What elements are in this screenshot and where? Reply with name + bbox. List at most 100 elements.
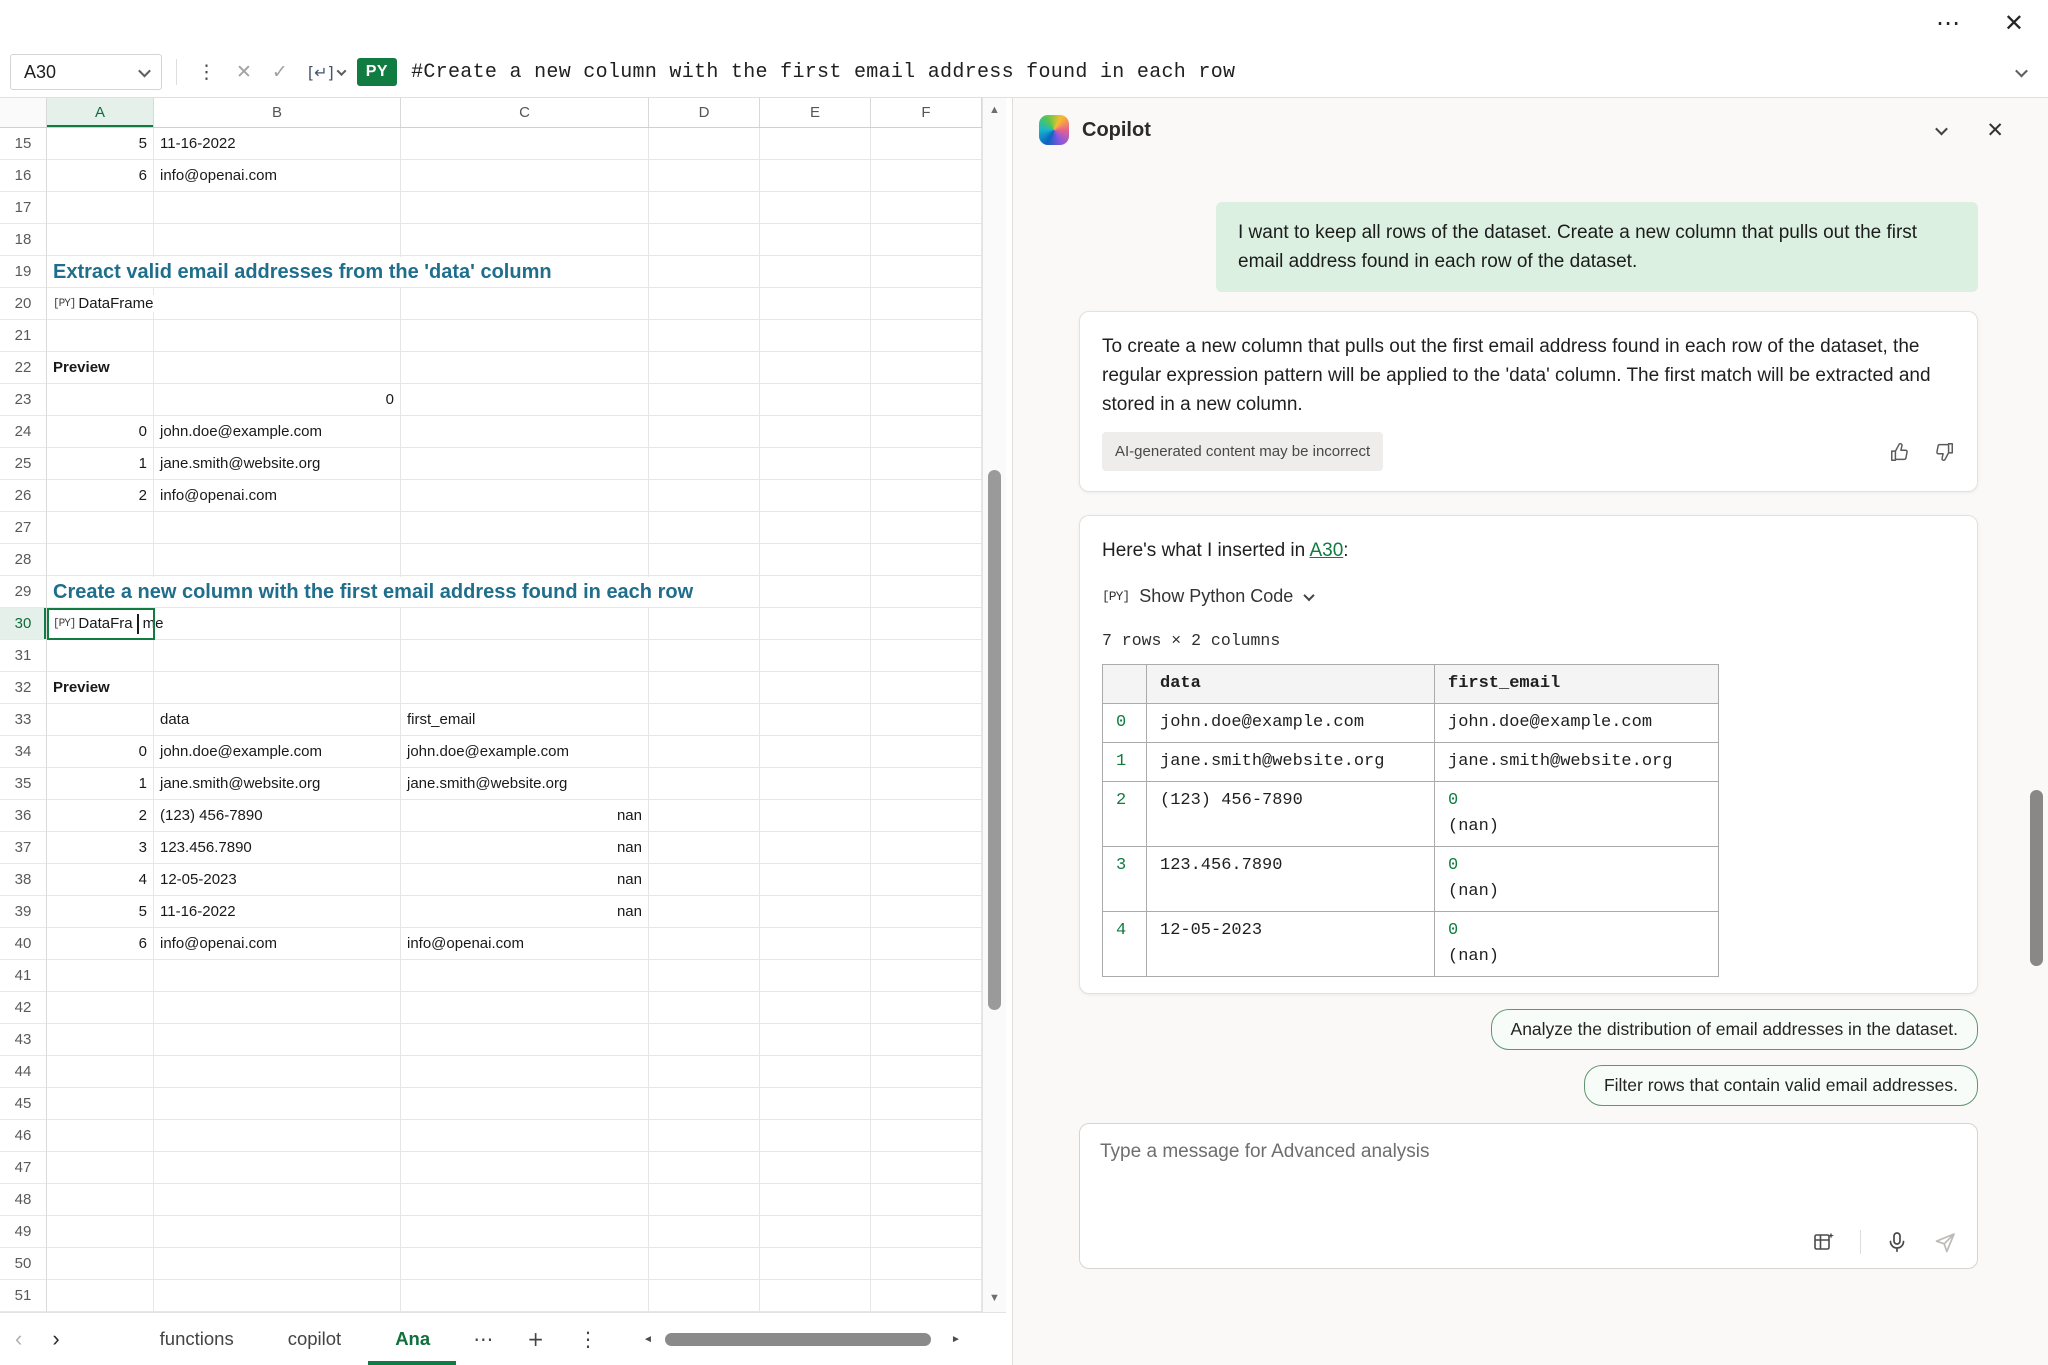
window-more-icon[interactable]: ⋯ [1936, 9, 1960, 38]
cell-A22[interactable]: Preview [47, 352, 154, 384]
cell-A35[interactable]: 1 [47, 768, 154, 800]
scroll-right-icon[interactable]: ► [945, 1334, 967, 1345]
cell-C23[interactable] [401, 384, 649, 416]
cell-B46[interactable] [154, 1120, 401, 1152]
more-sheets-icon[interactable]: ⋯ [456, 1327, 510, 1351]
cell-C27[interactable] [401, 512, 649, 544]
cell-B47[interactable] [154, 1152, 401, 1184]
cell-D40[interactable] [649, 928, 760, 960]
row-header-28[interactable]: 28 [0, 544, 47, 576]
scroll-left-icon[interactable]: ◄ [637, 1334, 659, 1345]
cell-D22[interactable] [649, 352, 760, 384]
cell-F50[interactable] [871, 1248, 982, 1280]
cell-C45[interactable] [401, 1088, 649, 1120]
cell-D20[interactable] [649, 288, 760, 320]
cell-D25[interactable] [649, 448, 760, 480]
row-header-40[interactable]: 40 [0, 928, 47, 960]
cell-F48[interactable] [871, 1184, 982, 1216]
row-header-27[interactable]: 27 [0, 512, 47, 544]
cell-F31[interactable] [871, 640, 982, 672]
cell-D42[interactable] [649, 992, 760, 1024]
cell-C48[interactable] [401, 1184, 649, 1216]
select-all-corner[interactable] [0, 98, 47, 127]
row-header-50[interactable]: 50 [0, 1248, 47, 1280]
cell-F49[interactable] [871, 1216, 982, 1248]
cell-E21[interactable] [760, 320, 871, 352]
cell-B25[interactable]: jane.smith@website.org [154, 448, 401, 480]
collapse-panel-icon[interactable] [1936, 122, 1949, 135]
cell-E16[interactable] [760, 160, 871, 192]
suggestion-chip[interactable]: Filter rows that contain valid email add… [1584, 1065, 1978, 1106]
cell-B21[interactable] [154, 320, 401, 352]
cancel-icon[interactable]: ✕ [226, 61, 262, 83]
cell-A41[interactable] [47, 960, 154, 992]
cell-D43[interactable] [649, 1024, 760, 1056]
cell-C30[interactable] [401, 608, 649, 640]
cell-F51[interactable] [871, 1280, 982, 1312]
cell-D15[interactable] [649, 128, 760, 160]
cell-E29[interactable] [760, 576, 871, 608]
cell-F21[interactable] [871, 320, 982, 352]
cell-E35[interactable] [760, 768, 871, 800]
cell-D28[interactable] [649, 544, 760, 576]
cell-E34[interactable] [760, 736, 871, 768]
row-header-49[interactable]: 49 [0, 1216, 47, 1248]
cell-C24[interactable] [401, 416, 649, 448]
window-close-icon[interactable]: ✕ [2004, 9, 2024, 38]
add-sheet-icon[interactable]: + [510, 1327, 561, 1351]
cell-A30[interactable]: [PY]DataFrame [47, 608, 154, 640]
cell-E39[interactable] [760, 896, 871, 928]
cell-F41[interactable] [871, 960, 982, 992]
cell-B39[interactable]: 11-16-2022 [154, 896, 401, 928]
cell-A29[interactable]: Create a new column with the first email… [47, 576, 154, 608]
cell-F18[interactable] [871, 224, 982, 256]
cell-C28[interactable] [401, 544, 649, 576]
row-header-32[interactable]: 32 [0, 672, 47, 704]
cell-F30[interactable] [871, 608, 982, 640]
cell-E37[interactable] [760, 832, 871, 864]
row-header-31[interactable]: 31 [0, 640, 47, 672]
cell-C39[interactable]: nan [401, 896, 649, 928]
cell-F35[interactable] [871, 768, 982, 800]
cell-F46[interactable] [871, 1120, 982, 1152]
cell-C47[interactable] [401, 1152, 649, 1184]
cell-A34[interactable]: 0 [47, 736, 154, 768]
tabs-scroll-right-icon[interactable]: › [37, 1326, 74, 1352]
cell-F25[interactable] [871, 448, 982, 480]
row-header-29[interactable]: 29 [0, 576, 47, 608]
row-header-33[interactable]: 33 [0, 704, 47, 736]
row-header-39[interactable]: 39 [0, 896, 47, 928]
cell-C41[interactable] [401, 960, 649, 992]
cell-A36[interactable]: 2 [47, 800, 154, 832]
python-insert-icon[interactable]: [↵] [298, 63, 338, 82]
cell-C16[interactable] [401, 160, 649, 192]
cell-E31[interactable] [760, 640, 871, 672]
kebab-icon[interactable]: ⋮ [187, 61, 226, 83]
row-header-44[interactable]: 44 [0, 1056, 47, 1088]
row-header-17[interactable]: 17 [0, 192, 47, 224]
show-python-code-toggle[interactable]: [PY] Show Python Code [1102, 582, 1955, 611]
cell-B45[interactable] [154, 1088, 401, 1120]
cell-D35[interactable] [649, 768, 760, 800]
cell-E46[interactable] [760, 1120, 871, 1152]
cell-D34[interactable] [649, 736, 760, 768]
row-header-30[interactable]: 30 [0, 608, 47, 640]
row-header-41[interactable]: 41 [0, 960, 47, 992]
cell-A44[interactable] [47, 1056, 154, 1088]
cell-B31[interactable] [154, 640, 401, 672]
cell-D38[interactable] [649, 864, 760, 896]
cell-C20[interactable] [401, 288, 649, 320]
cell-A49[interactable] [47, 1216, 154, 1248]
cell-D24[interactable] [649, 416, 760, 448]
cell-F36[interactable] [871, 800, 982, 832]
cell-F44[interactable] [871, 1056, 982, 1088]
cell-E27[interactable] [760, 512, 871, 544]
cell-E24[interactable] [760, 416, 871, 448]
scroll-up-icon[interactable]: ▲ [983, 104, 1006, 116]
cell-C36[interactable]: nan [401, 800, 649, 832]
cell-B17[interactable] [154, 192, 401, 224]
cell-D39[interactable] [649, 896, 760, 928]
cell-D23[interactable] [649, 384, 760, 416]
cell-A24[interactable]: 0 [47, 416, 154, 448]
cell-E15[interactable] [760, 128, 871, 160]
